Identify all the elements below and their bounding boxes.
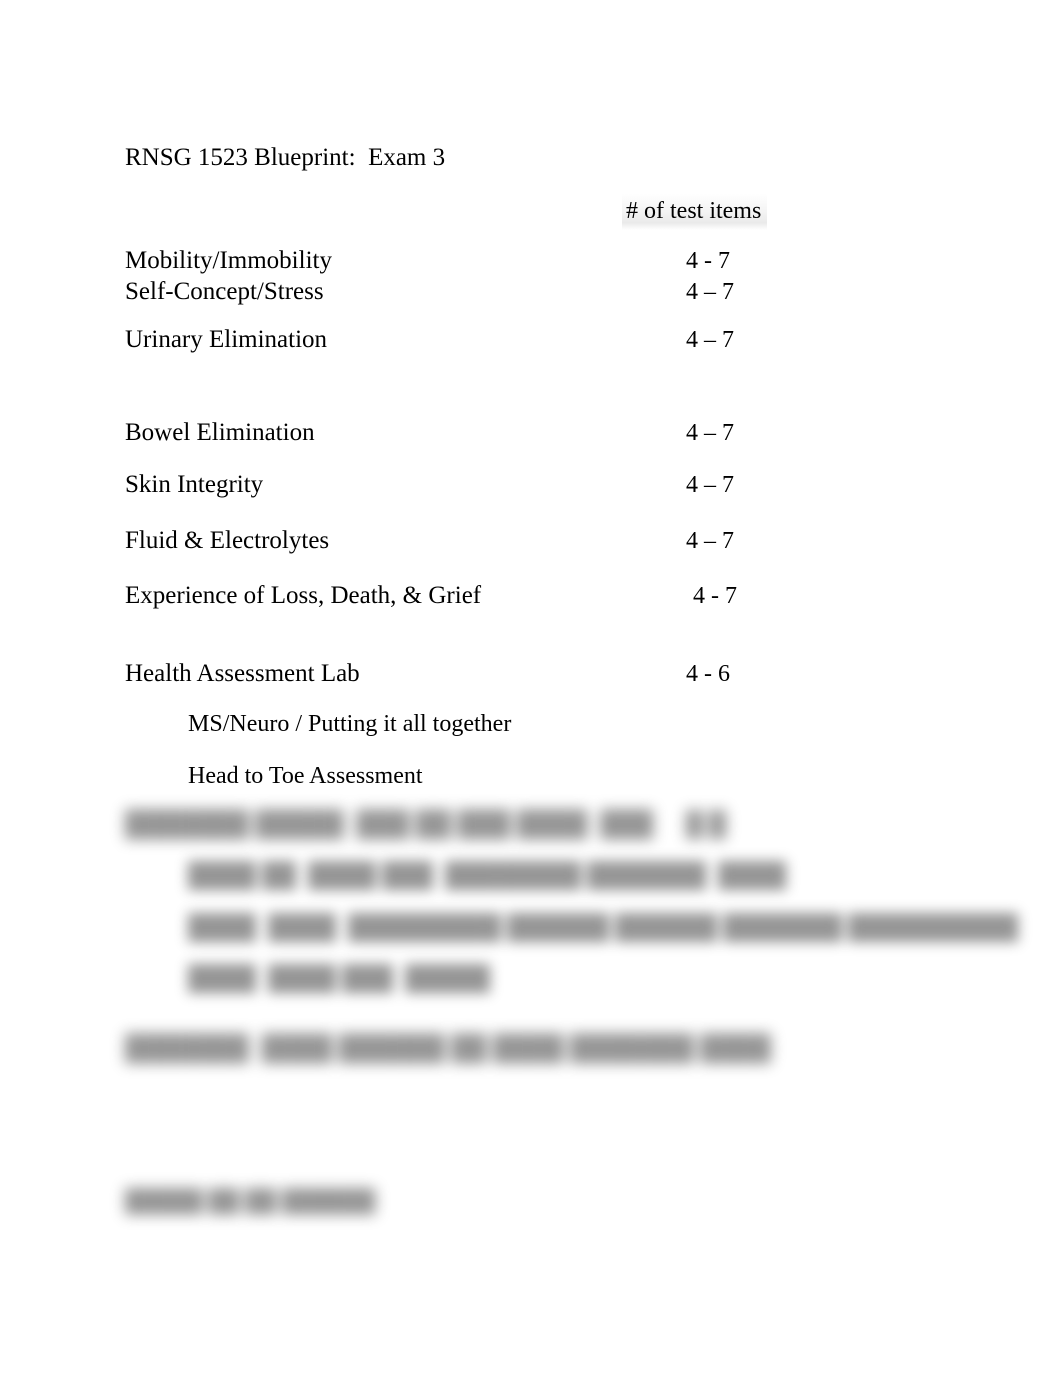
row-count: 4 – 7 [686,279,734,305]
table-row: Skin Integrity 4 – 7 [0,470,1062,500]
row-label: Health Assessment Lab [125,660,360,687]
row-label: Fluid & Electrolytes [125,527,330,554]
row-label: Experience of Loss, Death, & Grief [125,582,482,609]
redacted-row-count: █ █ [620,1036,661,1062]
table-row: Experience of Loss, Death, & Grief 4 - 7 [0,581,1062,611]
sub-item-head-to-toe: Head to Toe Assessment [188,763,423,789]
table-row: Bowel Elimination 4 – 7 [0,418,1062,448]
table-row: Health Assessment Lab 4 - 6 [0,659,1062,689]
redacted-section-heading: ███████ █████ ███ ██ ███ ████ ███ [125,811,654,838]
redacted-sub-item: ████ ████ ███ █████ [188,966,491,992]
column-header-highlight: # of test items [622,194,768,230]
table-row: Urinary Elimination 4 – 7 [0,325,1062,355]
redacted-footer-label: █████ ██ ██ ██████ [125,1188,376,1213]
row-count: 4 – 7 [686,420,734,446]
row-count: 4 – 7 [686,528,734,554]
redacted-row-label: ███████ ████ ██████ ██ ████ ███████ ████ [125,1035,771,1062]
row-label: Bowel Elimination [125,419,315,446]
document-page: RNSG 1523 Blueprint: Exam 3 # of test it… [0,0,1062,1377]
table-row: Self-Concept/Stress 4 – 7 [0,277,1062,307]
table-row: Mobility/Immobility 4 - 7 [0,246,1062,276]
redacted-extra-row: ███████ ████ ██████ ██ ████ ███████ ████… [0,1034,1062,1064]
sub-item-ms-neuro: MS/Neuro / Putting it all together [188,711,512,737]
row-count: 4 - 7 [686,248,730,274]
column-header-test-items: # of test items [626,198,762,224]
page-title: RNSG 1523 Blueprint: Exam 3 [125,144,446,171]
row-count: 4 - 7 [693,583,737,609]
redacted-sub-item: ████ ████ █████████ ██████ ██████ ██████… [188,915,1019,941]
redacted-footer-row: █████ ██ ██ ██████ [0,1186,1062,1216]
row-label: Skin Integrity [125,471,264,498]
redacted-section-heading-row: ███████ █████ ███ ██ ███ ████ ███ █ █ [0,810,1062,840]
row-count: 4 - 6 [686,661,730,687]
row-label: Urinary Elimination [125,326,328,353]
row-label: Self-Concept/Stress [125,278,324,305]
redacted-sub-item: ████ ██ ████ ███ ████████ ███████ ████ [188,863,787,889]
row-count: 4 – 7 [686,327,734,353]
row-count: 4 – 7 [686,472,734,498]
redacted-section-heading-count: █ █ [686,812,727,838]
table-row: Fluid & Electrolytes 4 – 7 [0,526,1062,556]
row-label: Mobility/Immobility [125,247,332,274]
